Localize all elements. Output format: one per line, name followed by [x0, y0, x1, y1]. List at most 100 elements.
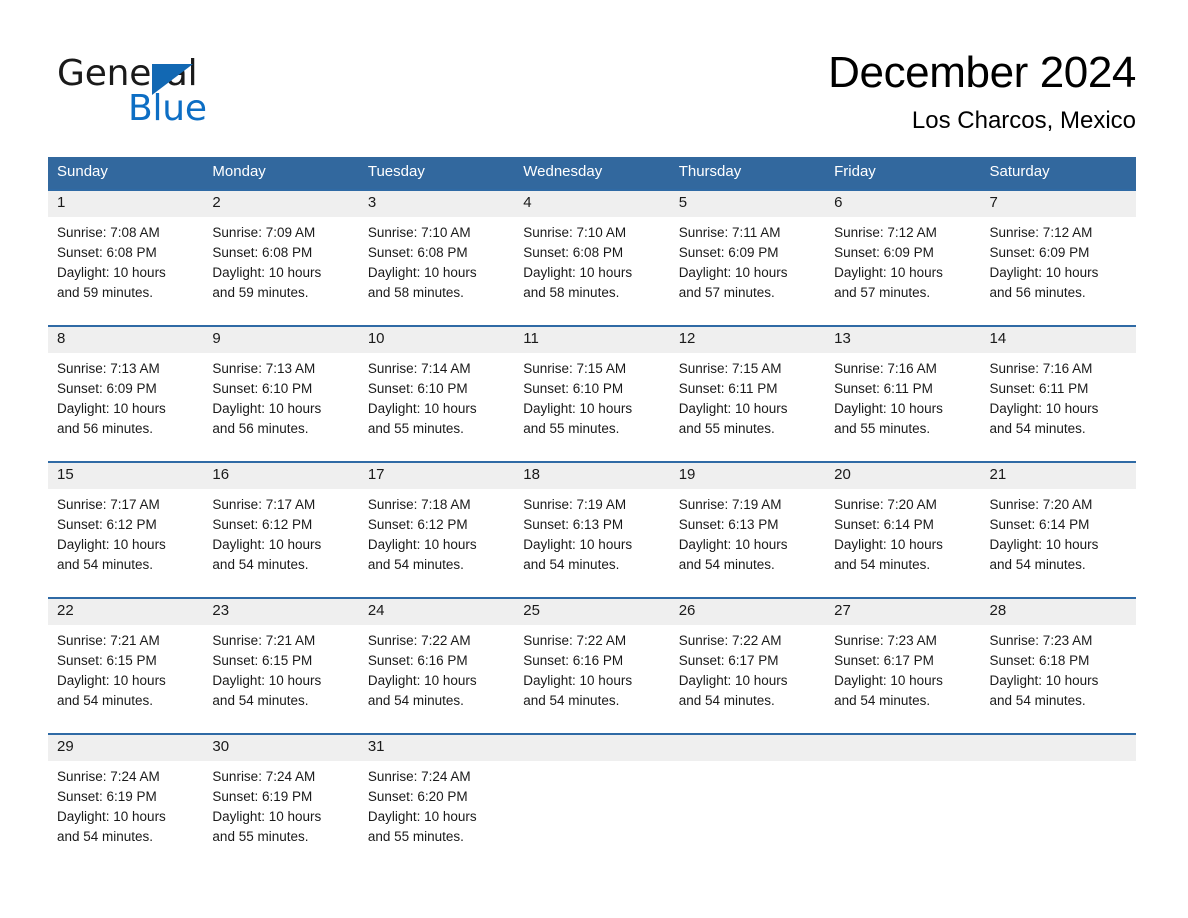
- day-number[interactable]: 5: [670, 191, 825, 217]
- day-cell[interactable]: Sunrise: 7:17 AM Sunset: 6:12 PM Dayligh…: [203, 489, 358, 597]
- day-number[interactable]: 22: [48, 599, 203, 625]
- day-number[interactable]: 30: [203, 735, 358, 761]
- day-cell[interactable]: Sunrise: 7:17 AM Sunset: 6:12 PM Dayligh…: [48, 489, 203, 597]
- day-cell[interactable]: Sunrise: 7:11 AM Sunset: 6:09 PM Dayligh…: [670, 217, 825, 325]
- sunrise-text: Sunrise: 7:24 AM: [367, 769, 471, 784]
- day-cell[interactable]: Sunrise: 7:16 AM Sunset: 6:11 PM Dayligh…: [825, 353, 980, 461]
- day-number[interactable]: 8: [48, 327, 203, 353]
- page-header: General Blue December 2024 Los Charcos, …: [0, 0, 1188, 156]
- sunrise-text: Sunrise: 7:19 AM: [678, 497, 782, 512]
- sunrise-text: Sunrise: 7:12 AM: [834, 225, 937, 240]
- day-cell-empty: [981, 761, 1136, 867]
- daylight-text-line2: and 54 minutes.: [989, 557, 1086, 572]
- day-cell[interactable]: Sunrise: 7:15 AM Sunset: 6:10 PM Dayligh…: [514, 353, 669, 461]
- day-cell-empty: [825, 761, 980, 867]
- day-cell[interactable]: Sunrise: 7:18 AM Sunset: 6:12 PM Dayligh…: [359, 489, 514, 597]
- day-number[interactable]: 25: [514, 599, 669, 625]
- day-cell[interactable]: Sunrise: 7:19 AM Sunset: 6:13 PM Dayligh…: [514, 489, 669, 597]
- day-number[interactable]: 14: [981, 327, 1136, 353]
- day-cell[interactable]: Sunrise: 7:12 AM Sunset: 6:09 PM Dayligh…: [825, 217, 980, 325]
- day-number[interactable]: 23: [203, 599, 358, 625]
- day-cell[interactable]: Sunrise: 7:23 AM Sunset: 6:18 PM Dayligh…: [981, 625, 1136, 733]
- week-day-details: Sunrise: 7:17 AM Sunset: 6:12 PM Dayligh…: [48, 489, 1136, 597]
- day-number[interactable]: 6: [825, 191, 980, 217]
- day-cell[interactable]: Sunrise: 7:24 AM Sunset: 6:19 PM Dayligh…: [203, 761, 358, 867]
- daylight-text-line1: Daylight: 10 hours: [678, 673, 788, 688]
- day-cell[interactable]: Sunrise: 7:22 AM Sunset: 6:16 PM Dayligh…: [359, 625, 514, 733]
- day-number[interactable]: 13: [825, 327, 980, 353]
- day-number[interactable]: 3: [359, 191, 514, 217]
- daylight-text-line1: Daylight: 10 hours: [523, 401, 633, 416]
- daylight-text-line2: and 55 minutes.: [212, 829, 309, 844]
- day-cell[interactable]: Sunrise: 7:10 AM Sunset: 6:08 PM Dayligh…: [359, 217, 514, 325]
- day-cell[interactable]: Sunrise: 7:24 AM Sunset: 6:20 PM Dayligh…: [359, 761, 514, 867]
- sunrise-text: Sunrise: 7:21 AM: [212, 633, 316, 648]
- location-subtitle: Los Charcos, Mexico: [911, 107, 1136, 134]
- daylight-text-line1: Daylight: 10 hours: [523, 537, 633, 552]
- day-cell[interactable]: Sunrise: 7:24 AM Sunset: 6:19 PM Dayligh…: [48, 761, 203, 867]
- sunrise-text: Sunrise: 7:16 AM: [834, 361, 937, 376]
- sunrise-text: Sunrise: 7:09 AM: [212, 225, 316, 240]
- sunset-text: Sunset: 6:16 PM: [523, 653, 624, 668]
- daylight-text-line2: and 54 minutes.: [212, 693, 309, 708]
- day-cell[interactable]: Sunrise: 7:23 AM Sunset: 6:17 PM Dayligh…: [825, 625, 980, 733]
- sunset-text: Sunset: 6:19 PM: [57, 789, 157, 804]
- day-cell[interactable]: Sunrise: 7:15 AM Sunset: 6:11 PM Dayligh…: [670, 353, 825, 461]
- day-number[interactable]: 18: [514, 463, 669, 489]
- day-cell[interactable]: Sunrise: 7:22 AM Sunset: 6:17 PM Dayligh…: [670, 625, 825, 733]
- sunset-text: Sunset: 6:11 PM: [678, 381, 778, 396]
- daylight-text-line2: and 58 minutes.: [367, 285, 464, 300]
- week-day-numbers: 29 30 31: [48, 735, 1136, 761]
- title-block: December 2024 Los Charcos, Mexico: [828, 46, 1136, 136]
- day-number[interactable]: 24: [359, 599, 514, 625]
- day-number[interactable]: 10: [359, 327, 514, 353]
- day-cell[interactable]: Sunrise: 7:20 AM Sunset: 6:14 PM Dayligh…: [825, 489, 980, 597]
- daylight-text-line2: and 55 minutes.: [678, 421, 775, 436]
- day-cell-empty: [670, 761, 825, 867]
- day-number[interactable]: 17: [359, 463, 514, 489]
- day-number[interactable]: 11: [514, 327, 669, 353]
- sunrise-text: Sunrise: 7:10 AM: [367, 225, 471, 240]
- day-cell[interactable]: Sunrise: 7:09 AM Sunset: 6:08 PM Dayligh…: [203, 217, 358, 325]
- day-cell[interactable]: Sunrise: 7:21 AM Sunset: 6:15 PM Dayligh…: [203, 625, 358, 733]
- sunset-text: Sunset: 6:14 PM: [834, 517, 934, 532]
- day-cell[interactable]: Sunrise: 7:16 AM Sunset: 6:11 PM Dayligh…: [981, 353, 1136, 461]
- daylight-text-line1: Daylight: 10 hours: [212, 537, 322, 552]
- daylight-text-line1: Daylight: 10 hours: [57, 673, 166, 688]
- sunrise-text: Sunrise: 7:15 AM: [678, 361, 782, 376]
- day-cell[interactable]: Sunrise: 7:08 AM Sunset: 6:08 PM Dayligh…: [48, 217, 203, 325]
- day-number[interactable]: 1: [48, 191, 203, 217]
- day-number[interactable]: 20: [825, 463, 980, 489]
- day-number[interactable]: 9: [203, 327, 358, 353]
- day-number[interactable]: 2: [203, 191, 358, 217]
- day-number[interactable]: 27: [825, 599, 980, 625]
- daylight-text-line2: and 55 minutes.: [834, 421, 931, 436]
- sunset-text: Sunset: 6:13 PM: [523, 517, 624, 532]
- day-cell[interactable]: Sunrise: 7:20 AM Sunset: 6:14 PM Dayligh…: [981, 489, 1136, 597]
- day-number[interactable]: 12: [670, 327, 825, 353]
- page-title: December 2024: [828, 48, 1136, 97]
- day-number[interactable]: 28: [981, 599, 1136, 625]
- day-number[interactable]: 31: [359, 735, 514, 761]
- week-day-numbers: 22 23 24 25 26 27 28: [48, 599, 1136, 625]
- day-cell[interactable]: Sunrise: 7:19 AM Sunset: 6:13 PM Dayligh…: [670, 489, 825, 597]
- calendar-week-row: 8 9 10 11 12 13 14 Sunrise: 7:13 AM Suns…: [48, 325, 1136, 461]
- day-number[interactable]: 29: [48, 735, 203, 761]
- day-cell[interactable]: Sunrise: 7:13 AM Sunset: 6:10 PM Dayligh…: [203, 353, 358, 461]
- day-number[interactable]: 4: [514, 191, 669, 217]
- daylight-text-line2: and 54 minutes.: [834, 693, 931, 708]
- day-cell[interactable]: Sunrise: 7:22 AM Sunset: 6:16 PM Dayligh…: [514, 625, 669, 733]
- day-cell[interactable]: Sunrise: 7:13 AM Sunset: 6:09 PM Dayligh…: [48, 353, 203, 461]
- day-cell[interactable]: Sunrise: 7:10 AM Sunset: 6:08 PM Dayligh…: [514, 217, 669, 325]
- day-number[interactable]: 19: [670, 463, 825, 489]
- general-blue-logo[interactable]: General Blue: [57, 52, 317, 130]
- day-number[interactable]: 26: [670, 599, 825, 625]
- day-number[interactable]: 15: [48, 463, 203, 489]
- day-number[interactable]: 21: [981, 463, 1136, 489]
- day-cell[interactable]: Sunrise: 7:21 AM Sunset: 6:15 PM Dayligh…: [48, 625, 203, 733]
- day-cell[interactable]: Sunrise: 7:14 AM Sunset: 6:10 PM Dayligh…: [359, 353, 514, 461]
- day-number[interactable]: 16: [203, 463, 358, 489]
- day-cell[interactable]: Sunrise: 7:12 AM Sunset: 6:09 PM Dayligh…: [981, 217, 1136, 325]
- daylight-text-line1: Daylight: 10 hours: [367, 265, 477, 280]
- day-number[interactable]: 7: [981, 191, 1136, 217]
